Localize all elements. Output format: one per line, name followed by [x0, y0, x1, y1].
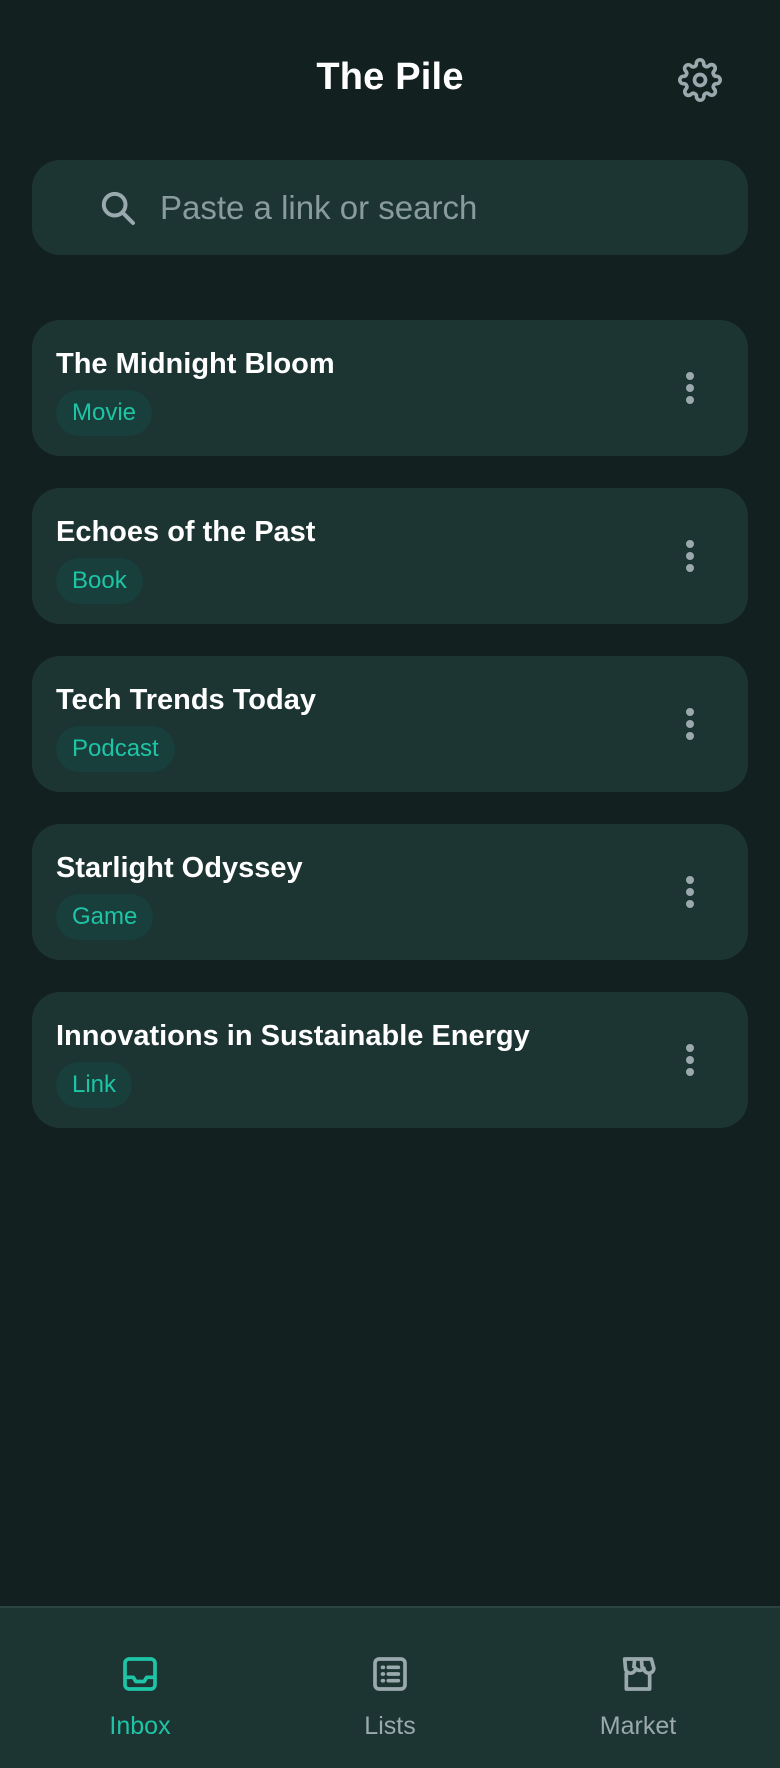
search-input[interactable]	[160, 160, 720, 255]
nav-label-lists: Lists	[364, 1712, 416, 1740]
search-icon	[101, 191, 135, 225]
more-vertical-icon	[686, 372, 694, 404]
item-title: The Midnight Bloom	[56, 348, 335, 380]
item-type-tag: Movie	[56, 390, 153, 436]
nav-label-inbox: Inbox	[109, 1712, 171, 1740]
item-more-button[interactable]	[662, 694, 718, 754]
nav-item-lists[interactable]: Lists	[260, 1608, 520, 1768]
gear-icon	[678, 58, 722, 102]
item-more-button[interactable]	[662, 526, 718, 586]
item-type-tag: Book	[56, 558, 143, 604]
app-header: The Pile	[0, 0, 780, 160]
item-type-tag: Link	[56, 1062, 133, 1108]
store-icon	[622, 1657, 656, 1691]
more-vertical-icon	[686, 1044, 694, 1076]
bottom-navigation: Inbox Lists Market	[0, 1606, 780, 1768]
list-item[interactable]: The Midnight Bloom Movie	[32, 320, 748, 456]
search-bar	[32, 160, 748, 255]
item-more-button[interactable]	[662, 862, 718, 922]
item-title: Innovations in Sustainable Energy	[56, 1020, 530, 1052]
list-item[interactable]: Echoes of the Past Book	[32, 488, 748, 624]
more-vertical-icon	[686, 708, 694, 740]
list-item[interactable]: Tech Trends Today Podcast	[32, 656, 748, 792]
nav-label-market: Market	[599, 1712, 677, 1740]
item-type-tag: Game	[56, 894, 154, 940]
list-item[interactable]: Innovations in Sustainable Energy Link	[32, 992, 748, 1128]
more-vertical-icon	[686, 876, 694, 908]
app-screen: The Pile The Midnight Bloom Movie Echoes…	[0, 0, 780, 1768]
nav-item-inbox[interactable]: Inbox	[10, 1608, 270, 1768]
list-item[interactable]: Starlight Odyssey Game	[32, 824, 748, 960]
more-vertical-icon	[686, 540, 694, 572]
item-type-tag: Podcast	[56, 726, 175, 772]
item-title: Tech Trends Today	[56, 684, 316, 716]
list-icon	[373, 1657, 407, 1691]
item-title: Starlight Odyssey	[56, 852, 303, 884]
item-more-button[interactable]	[662, 1030, 718, 1090]
settings-button[interactable]	[676, 56, 724, 104]
page-title: The Pile	[316, 56, 464, 98]
item-more-button[interactable]	[662, 358, 718, 418]
item-title: Echoes of the Past	[56, 516, 316, 548]
inbox-icon	[123, 1657, 157, 1691]
nav-item-market[interactable]: Market	[508, 1608, 768, 1768]
